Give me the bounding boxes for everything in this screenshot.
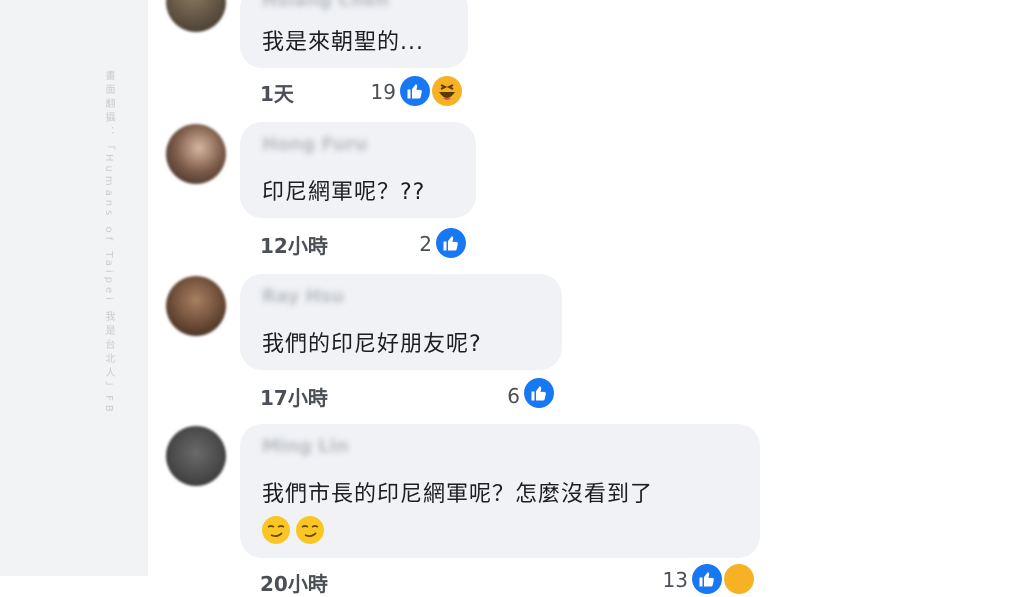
comment-text: 我們市長的印尼網軍呢？怎麼沒看到了 (262, 482, 654, 507)
comment-author[interactable]: Ray Hsu (262, 286, 344, 307)
comment-text: 印尼網軍呢？?? (262, 180, 426, 205)
avatar[interactable] (166, 426, 226, 486)
avatar[interactable] (166, 276, 226, 336)
avatar[interactable] (166, 0, 226, 32)
like-icon (436, 228, 466, 258)
comment-bubble: Ming Lin 我們市長的印尼網軍呢？怎麼沒看到了 (240, 424, 760, 558)
comment-author[interactable]: Hong Furu (262, 134, 367, 155)
comment-item: Ray Hsu 我們的印尼好朋友呢? 17小時 6 (0, 272, 1024, 422)
comment-timestamp[interactable]: 12小時 (260, 230, 328, 259)
like-icon (692, 564, 722, 594)
comment-author[interactable]: Hsiang Chen (262, 0, 389, 11)
comment-item: Ming Lin 我們市長的印尼網軍呢？怎麼沒看到了 20小時 13 (0, 424, 1024, 596)
smirk-emoji (262, 516, 290, 544)
reaction-count[interactable]: 19 (356, 80, 396, 104)
comment-bubble: Ray Hsu 我們的印尼好朋友呢? (240, 274, 562, 370)
comment-text: 我們的印尼好朋友呢? (262, 332, 482, 357)
reaction-count[interactable]: 2 (392, 232, 432, 256)
comment-bubble: Hsiang Chen 我是來朝聖的... (240, 0, 468, 68)
haha-icon (432, 76, 462, 106)
like-icon (524, 378, 554, 408)
avatar[interactable] (166, 124, 226, 184)
comment-timestamp[interactable]: 1天 (260, 78, 294, 107)
reaction-count[interactable]: 13 (648, 568, 688, 592)
comment-item: Hsiang Chen 我是來朝聖的... 1天 19 (0, 0, 1024, 110)
smirk-emoji (296, 516, 324, 544)
comment-text: 我是來朝聖的... (262, 30, 424, 55)
haha-icon (724, 564, 754, 594)
reaction-count[interactable]: 6 (480, 384, 520, 408)
comment-timestamp[interactable]: 20小時 (260, 568, 328, 597)
comment-author[interactable]: Ming Lin (262, 436, 349, 457)
like-icon (400, 76, 430, 106)
comment-item: Hong Furu 印尼網軍呢？?? 12小時 2 (0, 120, 1024, 270)
comment-bubble: Hong Furu 印尼網軍呢？?? (240, 122, 476, 218)
comment-timestamp[interactable]: 17小時 (260, 382, 328, 411)
